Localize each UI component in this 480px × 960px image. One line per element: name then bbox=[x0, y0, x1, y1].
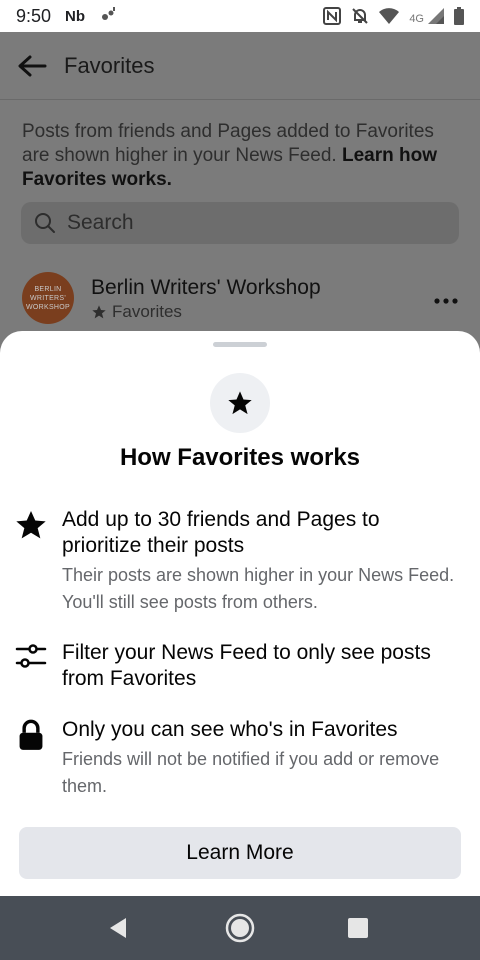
info-item: Add up to 30 friends and Pages to priori… bbox=[0, 507, 480, 616]
star-icon bbox=[228, 391, 252, 415]
lock-icon bbox=[19, 719, 43, 750]
search-input[interactable]: Search bbox=[21, 202, 459, 244]
star-icon bbox=[92, 305, 106, 319]
info-item-title: Filter your News Feed to only see posts … bbox=[62, 641, 431, 690]
info-item-description: Their posts are shown higher in your New… bbox=[62, 565, 455, 612]
avatar: BERLIN WRITERS' WORKSHOP bbox=[22, 272, 74, 324]
intro-text: Posts from friends and Pages added to Fa… bbox=[0, 100, 480, 192]
avatar-text-line: WORKSHOP bbox=[25, 303, 70, 311]
nfc-icon bbox=[323, 7, 342, 25]
more-dots-icon bbox=[434, 298, 458, 304]
home-circle-icon bbox=[225, 913, 255, 943]
favorite-subtitle: Favorites bbox=[91, 302, 321, 322]
info-item: Only you can see who's in Favorites Frie… bbox=[0, 717, 480, 800]
back-button[interactable] bbox=[16, 50, 48, 82]
star-icon bbox=[16, 511, 46, 539]
back-arrow-icon bbox=[18, 55, 47, 76]
status-bar: 9:50 Nb 4G bbox=[0, 0, 480, 32]
avatar-text-line: BERLIN bbox=[34, 285, 62, 293]
search-icon bbox=[35, 213, 55, 233]
list-item[interactable]: BERLIN WRITERS' WORKSHOP Berlin Writers'… bbox=[0, 272, 480, 324]
app-header: Favorites bbox=[0, 32, 480, 100]
filter-icon bbox=[15, 644, 47, 668]
info-item-description: Friends will not be notified if you add … bbox=[62, 749, 440, 796]
learn-more-button[interactable]: Learn More bbox=[19, 827, 461, 879]
carrier-label: Nb bbox=[65, 7, 86, 25]
recents-square-icon bbox=[348, 918, 368, 938]
signal-icon bbox=[428, 8, 444, 24]
favorite-subtitle-text: Favorites bbox=[112, 302, 182, 321]
avatar-text-line: WRITERS' bbox=[29, 294, 66, 302]
sheet-drag-handle[interactable] bbox=[213, 342, 267, 347]
sheet-title: How Favorites works bbox=[119, 444, 361, 471]
search-placeholder: Search bbox=[67, 211, 134, 234]
more-options-button[interactable] bbox=[434, 284, 458, 310]
favorite-name: Berlin Writers' Workshop bbox=[91, 276, 321, 299]
back-triangle-icon bbox=[110, 918, 126, 938]
nav-home-button[interactable] bbox=[224, 912, 256, 944]
page-title: Favorites bbox=[64, 52, 155, 78]
nav-back-button[interactable] bbox=[106, 916, 130, 940]
sheet-header-icon bbox=[210, 373, 270, 433]
notification-icon bbox=[99, 5, 117, 28]
battery-icon bbox=[454, 7, 464, 25]
system-nav-bar bbox=[0, 896, 480, 960]
status-time: 9:50 bbox=[16, 5, 52, 26]
nav-recents-button[interactable] bbox=[347, 917, 369, 939]
how-favorites-works-sheet: How Favorites works Add up to 30 friends… bbox=[0, 331, 480, 896]
info-item-title: Only you can see who's in Favorites bbox=[62, 718, 398, 741]
info-item: Filter your News Feed to only see posts … bbox=[0, 640, 480, 692]
info-item-title: Add up to 30 friends and Pages to priori… bbox=[62, 508, 380, 557]
mute-icon bbox=[351, 7, 369, 25]
wifi-icon bbox=[379, 8, 400, 24]
network-label: 4G bbox=[409, 13, 424, 25]
